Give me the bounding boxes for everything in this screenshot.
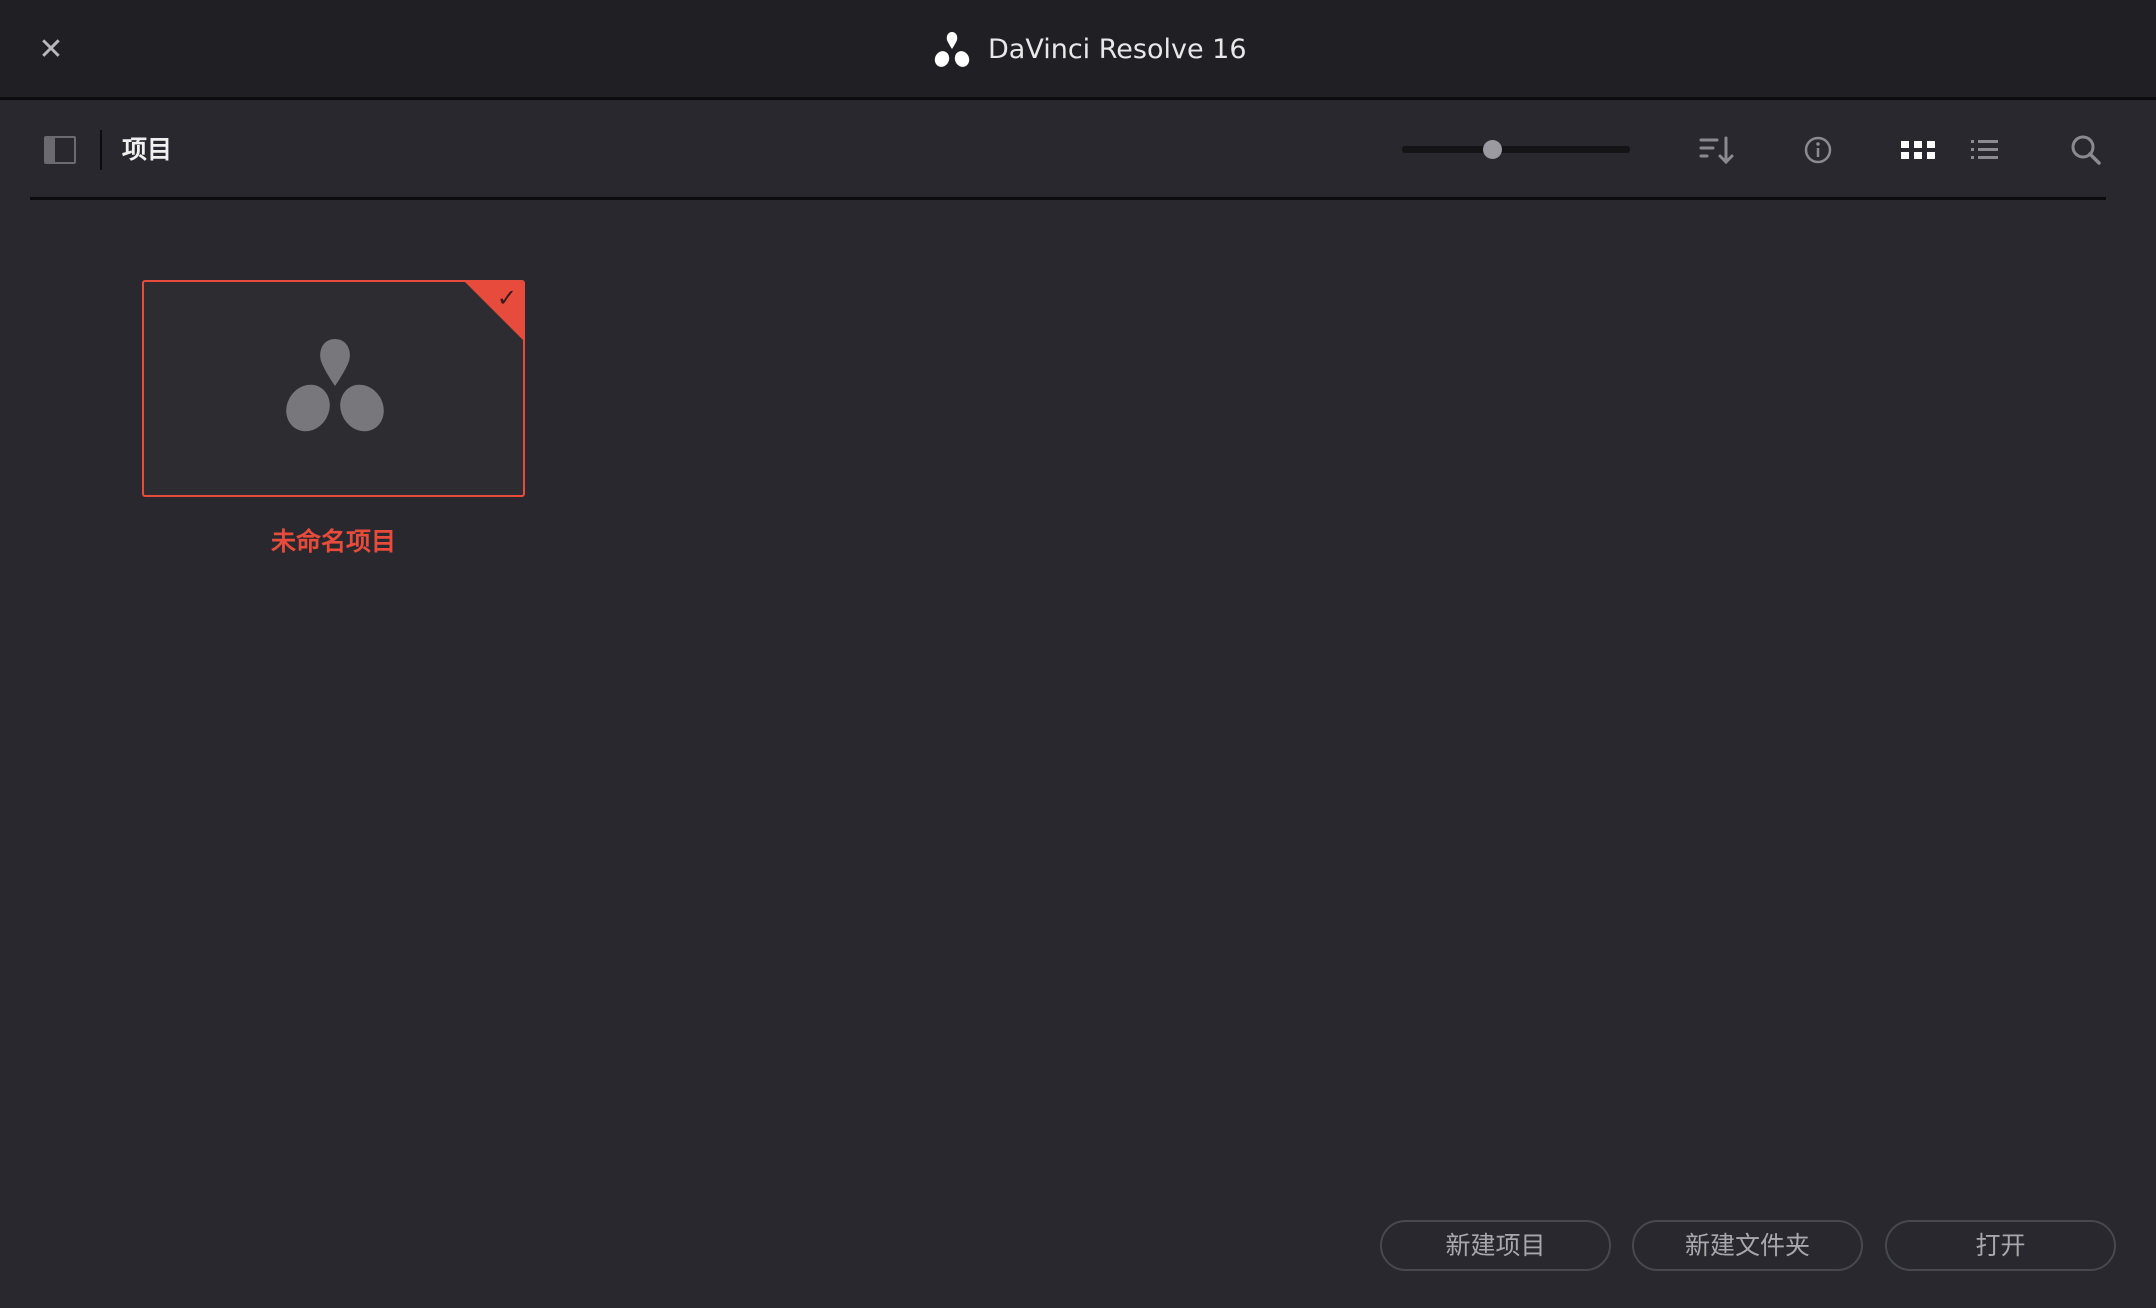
section-title: 项目 (122, 135, 173, 164)
davinci-logo-icon (286, 339, 384, 432)
toolbar-divider (100, 130, 102, 170)
project-thumbnail[interactable]: ✓ (142, 280, 525, 497)
slider-handle[interactable] (1483, 140, 1503, 159)
title-bar: ✕ DaVinci Resolve 16 (0, 0, 2156, 100)
new-folder-button[interactable]: 新建文件夹 (1632, 1220, 1863, 1271)
list-view-icon[interactable] (1965, 130, 2005, 170)
window-title: DaVinci Resolve 16 (988, 34, 1247, 65)
open-button[interactable]: 打开 (1885, 1220, 2116, 1271)
davinci-logo-icon (934, 32, 970, 67)
search-icon[interactable] (2066, 130, 2106, 170)
sort-icon[interactable] (1697, 130, 1737, 170)
new-project-button[interactable]: 新建项目 (1380, 1220, 1611, 1271)
thumbnail-size-slider[interactable] (1402, 146, 1630, 153)
toggle-sidebar-icon[interactable] (44, 136, 76, 164)
grid-view-icon[interactable] (1898, 130, 1938, 170)
project-name[interactable]: 未命名项目 (142, 522, 525, 562)
info-icon[interactable] (1798, 130, 1838, 170)
close-icon[interactable]: ✕ (36, 32, 66, 68)
toolbar-separator (30, 197, 2106, 200)
checkmark-icon: ✓ (496, 284, 517, 312)
